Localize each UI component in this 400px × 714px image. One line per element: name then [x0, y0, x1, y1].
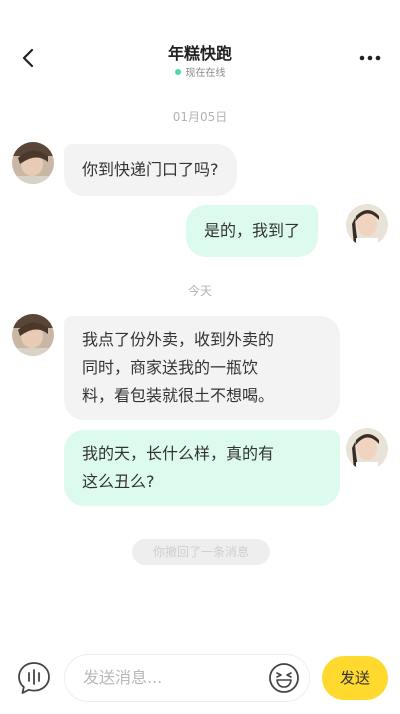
- emoji-button[interactable]: [267, 661, 301, 695]
- outgoing-message: 是的，我到了: [186, 205, 319, 257]
- message-input-container: [64, 654, 310, 702]
- my-avatar-image: [346, 428, 388, 470]
- contact-avatar[interactable]: [12, 142, 54, 184]
- incoming-message: 你到快递门口了吗?: [64, 144, 237, 196]
- chat-header: 年糕快跑 现在在线: [0, 30, 400, 86]
- online-dot-icon: [174, 68, 181, 75]
- message-line: 同时，商家送我的一瓶饮: [82, 358, 259, 377]
- send-button[interactable]: 发送: [322, 656, 388, 700]
- more-options-button[interactable]: [356, 44, 384, 72]
- recalled-message-notice: 你撤回了一条消息: [132, 539, 270, 565]
- message-composer: 发送: [0, 648, 400, 708]
- contact-avatar-image: [12, 314, 54, 356]
- message-line: 料，看包装就很土不想喝。: [82, 386, 275, 405]
- date-divider: 01月05日: [172, 110, 228, 124]
- my-avatar-image: [346, 204, 388, 246]
- message-line: 我点了份外卖，收到外卖的: [82, 330, 275, 349]
- online-status: 现在在线: [0, 64, 400, 79]
- online-status-label: 现在在线: [185, 68, 226, 79]
- contact-name: 年糕快跑: [167, 44, 232, 63]
- outgoing-message: 我的天，长什么样，真的有 这么丑么?: [64, 430, 340, 506]
- voice-icon: [18, 662, 50, 694]
- incoming-message: 我点了份外卖，收到外卖的 同时，商家送我的一瓶饮 料，看包装就很土不想喝。: [64, 316, 340, 420]
- my-avatar[interactable]: [346, 204, 388, 246]
- date-divider: 今天: [187, 284, 212, 298]
- more-dots-icon: [359, 55, 381, 61]
- contact-avatar-image: [12, 142, 54, 184]
- message-line: 这么丑么?: [82, 472, 155, 491]
- message-input[interactable]: [83, 655, 263, 700]
- voice-input-button[interactable]: [16, 660, 52, 696]
- my-avatar[interactable]: [346, 428, 388, 470]
- contact-avatar[interactable]: [12, 314, 54, 356]
- emoji-icon: [269, 663, 299, 693]
- message-line: 我的天，长什么样，真的有: [82, 444, 275, 463]
